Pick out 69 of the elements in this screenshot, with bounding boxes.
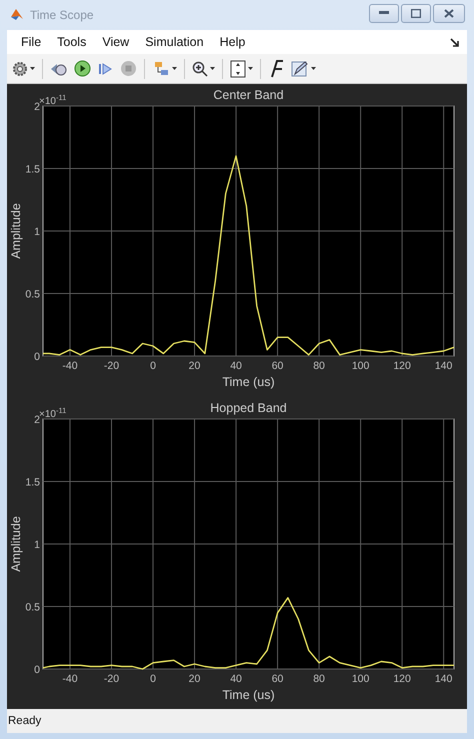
y-axis-label: Amplitude xyxy=(9,203,23,260)
axis-scale-label: ×10$^{-11}$ xyxy=(39,93,66,108)
x-axis-label: Time (us) xyxy=(222,375,275,390)
pencil-icon xyxy=(291,60,309,78)
dropdown-caret-icon xyxy=(248,67,253,70)
chart-title: Hopped Band xyxy=(210,400,287,415)
app-logo-icon xyxy=(10,8,24,22)
x-tick-label: 120 xyxy=(393,672,411,685)
scale-axes-button[interactable] xyxy=(229,58,254,80)
y-tick-label: 2 xyxy=(34,414,40,426)
maximize-button[interactable] xyxy=(401,4,431,22)
step-forward-icon xyxy=(97,62,113,76)
x-tick-label: 0 xyxy=(150,360,156,372)
zoom-in-icon xyxy=(192,60,208,76)
dropdown-caret-icon xyxy=(210,67,215,70)
y-axis-label: Amplitude xyxy=(9,516,23,572)
maximize-icon xyxy=(411,8,421,18)
menu-item[interactable]: Help xyxy=(212,35,254,49)
settings-icon xyxy=(12,60,28,76)
dropdown-caret-icon xyxy=(311,67,316,70)
x-axis-label: Time (us) xyxy=(222,688,275,702)
y-tick-label: 2 xyxy=(34,101,40,114)
x-tick-label: 20 xyxy=(188,360,200,372)
y-tick-label: 0.5 xyxy=(25,288,40,301)
x-tick-label: 140 xyxy=(434,672,452,685)
close-button[interactable] xyxy=(433,4,465,22)
minimize-button[interactable] xyxy=(369,4,399,22)
x-tick-label: -40 xyxy=(62,672,78,685)
undock-arrow-icon[interactable] xyxy=(450,38,459,46)
dropdown-caret-icon xyxy=(30,67,35,70)
axis-scale-label: ×10$^{-11}$ xyxy=(39,406,66,420)
y-tick-label: 1 xyxy=(34,226,40,238)
play-icon xyxy=(74,60,90,77)
window-title: Time Scope xyxy=(30,8,95,22)
x-tick-label: -20 xyxy=(104,672,120,685)
close-icon xyxy=(444,8,454,18)
menu-item[interactable]: View xyxy=(94,35,138,49)
x-tick-label: -20 xyxy=(104,360,120,372)
stop-icon xyxy=(120,60,136,77)
x-tick-label: 100 xyxy=(352,672,370,685)
x-tick-label: -40 xyxy=(62,360,78,372)
run-button[interactable] xyxy=(72,58,92,80)
x-tick-label: 80 xyxy=(313,672,325,685)
y-tick-label: 1.5 xyxy=(25,164,40,176)
cursor-measure-icon xyxy=(269,60,285,78)
x-tick-label: 100 xyxy=(352,360,370,372)
x-tick-label: 20 xyxy=(188,672,200,685)
x-tick-label: 0 xyxy=(150,672,156,685)
y-tick-label: 0 xyxy=(34,664,40,676)
x-tick-label: 40 xyxy=(230,672,242,685)
y-tick-label: 0 xyxy=(34,351,40,364)
y-tick-label: 1 xyxy=(34,538,40,551)
dropdown-caret-icon xyxy=(172,67,177,70)
minimize-icon xyxy=(379,11,389,15)
x-tick-label: 120 xyxy=(393,360,411,372)
x-tick-label: 60 xyxy=(272,672,284,685)
y-tick-label: 0.5 xyxy=(25,601,40,614)
x-tick-label: 140 xyxy=(434,360,452,372)
x-tick-label: 60 xyxy=(272,360,284,372)
x-tick-label: 40 xyxy=(230,360,242,372)
blocks-icon xyxy=(152,60,170,76)
scale-axes-icon xyxy=(230,60,246,78)
menu-item[interactable]: Simulation xyxy=(137,35,212,49)
menu-item[interactable]: Tools xyxy=(49,35,94,49)
menu-item[interactable]: File xyxy=(13,35,50,49)
y-tick-label: 1.5 xyxy=(25,476,40,488)
chart-title: Center Band xyxy=(213,88,284,102)
status-text: Ready xyxy=(8,715,42,727)
x-tick-label: 80 xyxy=(313,360,325,372)
